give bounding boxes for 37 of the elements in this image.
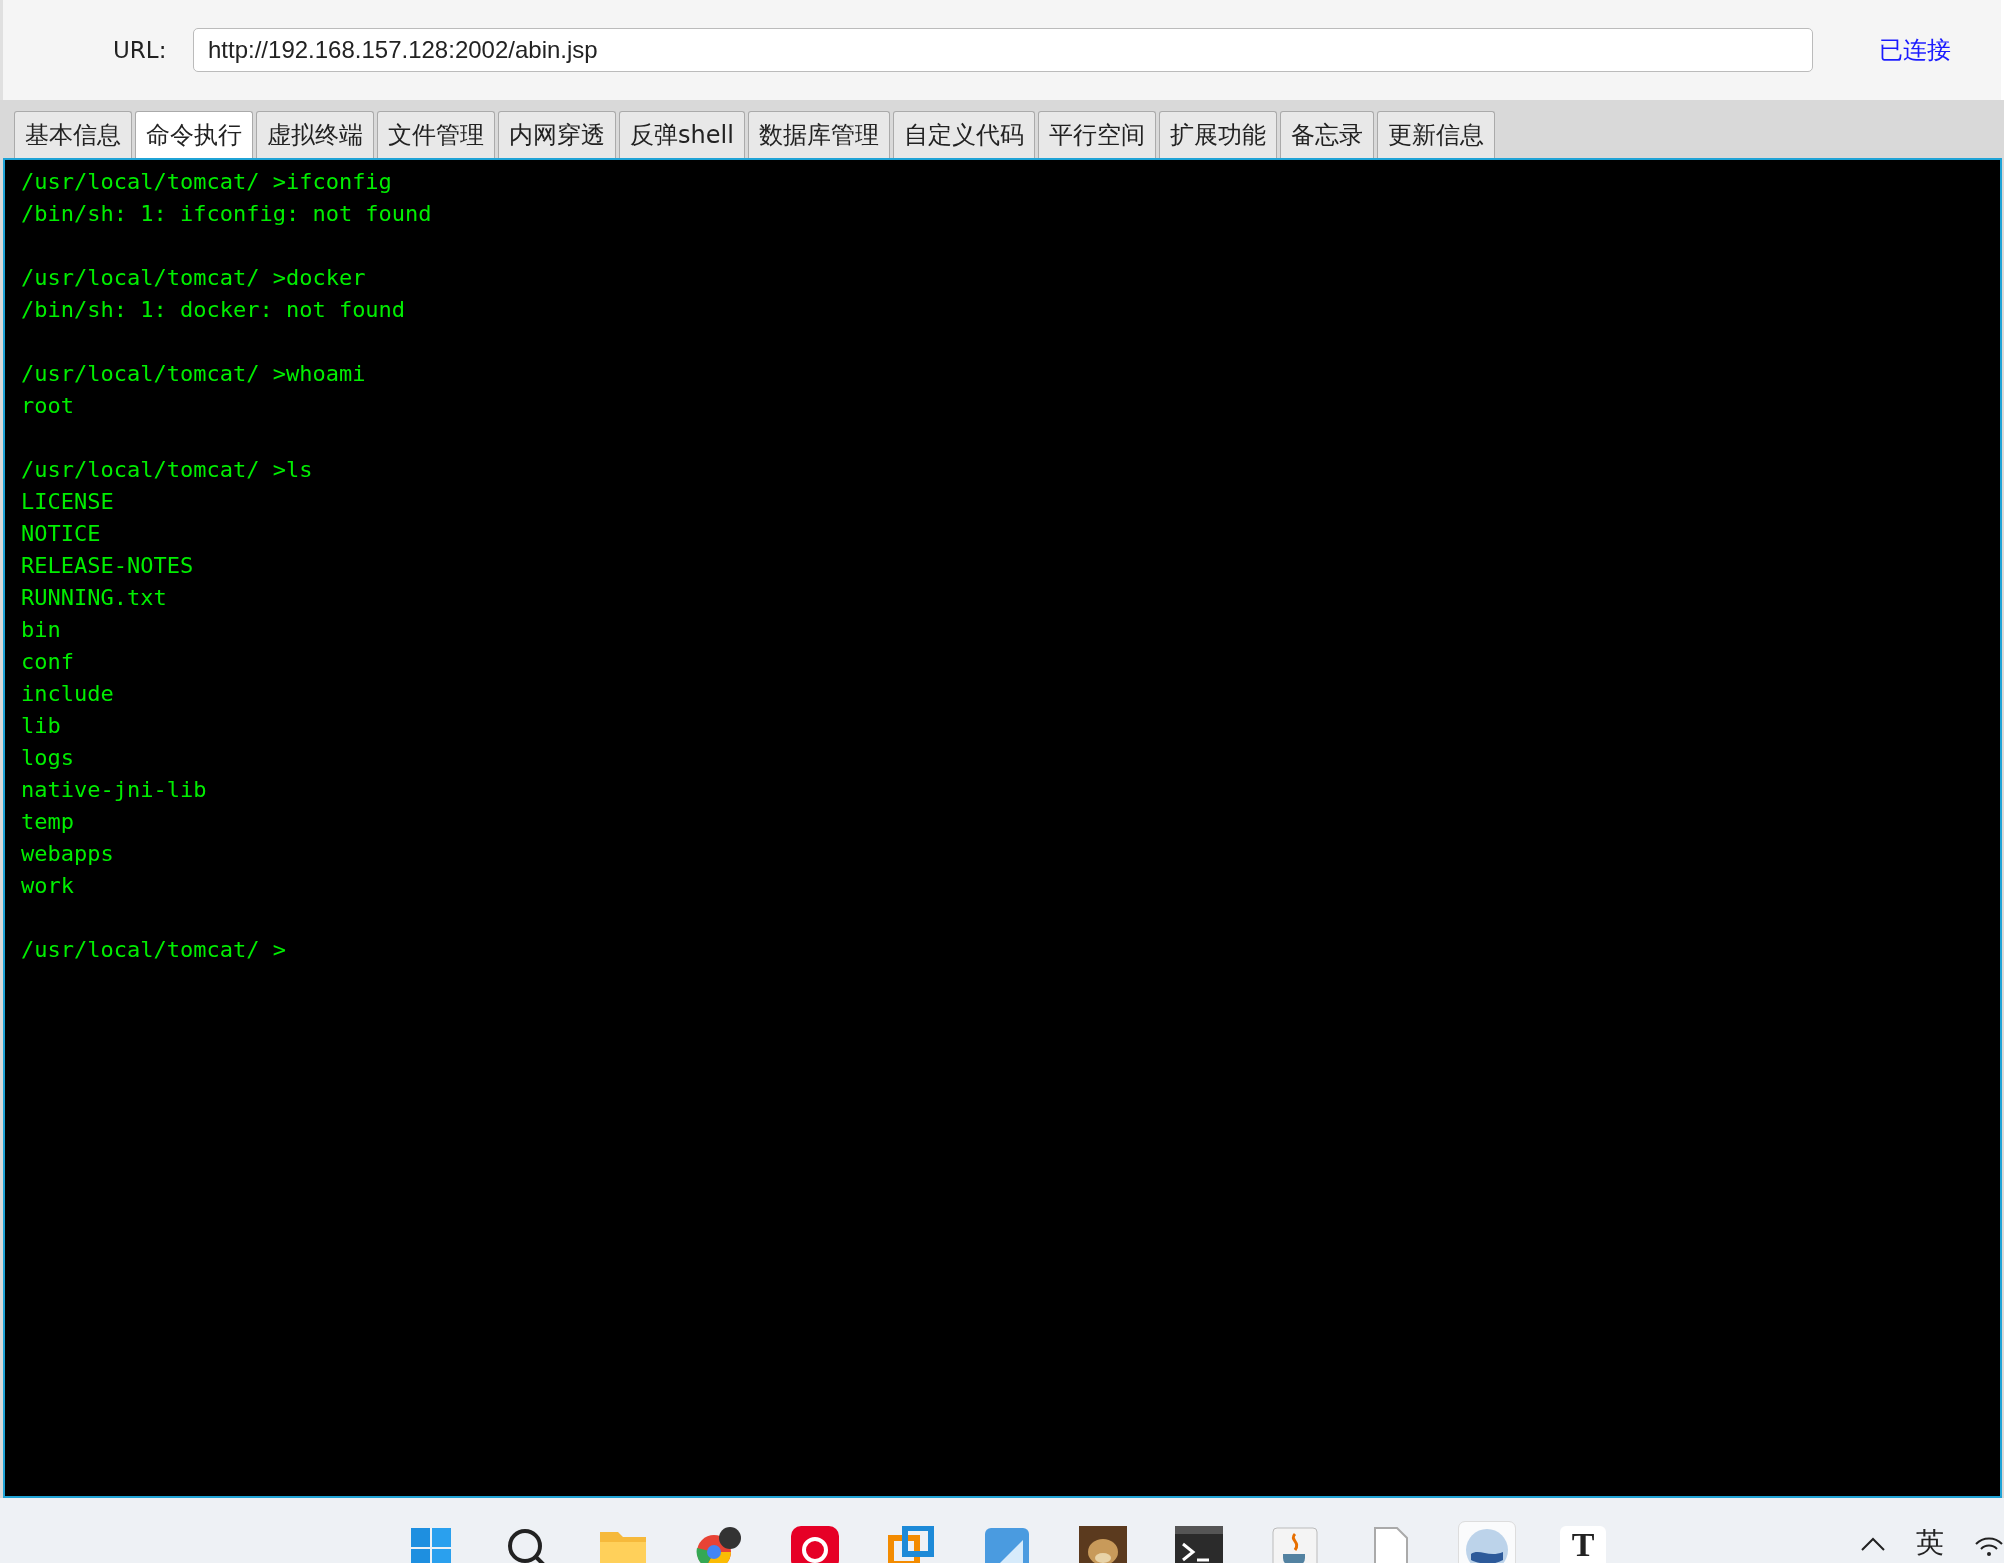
terminal-line: LICENSE — [21, 488, 115, 516]
terminal-line: webapps — [21, 840, 115, 868]
tab[interactable]: 内网穿透 — [498, 111, 616, 158]
tab[interactable]: 基本信息 — [14, 111, 132, 158]
url-label: URL: — [113, 37, 168, 63]
terminal-line: bin — [21, 616, 62, 644]
tab[interactable]: 备忘录 — [1279, 111, 1374, 158]
terminal-line: /usr/local/tomcat/ > — [21, 936, 287, 964]
connection-status[interactable]: 已连接 — [1879, 34, 1951, 66]
terminal-line: /usr/local/tomcat/ >ls — [21, 456, 314, 484]
terminal-line: native-jni-lib — [21, 776, 208, 804]
terminal-line: include — [21, 680, 115, 708]
terminal-line: NOTICE — [21, 520, 102, 548]
terminal-line: temp — [21, 808, 75, 836]
terminal-line: RELEASE-NOTES — [21, 552, 195, 580]
tab[interactable]: 平行空间 — [1037, 111, 1156, 158]
terminal-line: /bin/sh: 1: docker: not found — [21, 296, 407, 324]
tab[interactable]: 文件管理 — [377, 111, 495, 158]
tab[interactable]: 反弹shell — [619, 111, 745, 158]
terminal-line: /bin/sh: 1: ifconfig: not found — [21, 200, 433, 228]
terminal-line: /usr/local/tomcat/ >ifconfig — [21, 168, 393, 196]
input-method-indicator[interactable]: 英 — [1916, 1524, 1944, 1562]
url-field[interactable]: http://192.168.157.128:2002/abin.jsp — [193, 28, 1813, 72]
terminal-line: conf — [21, 648, 75, 676]
tab[interactable]: 自定义代码 — [892, 111, 1035, 158]
terminal-line: logs — [21, 744, 75, 772]
tab[interactable]: 命令执行 — [135, 111, 253, 158]
terminal-line: lib — [21, 712, 62, 740]
terminal-line: /usr/local/tomcat/ >whoami — [21, 360, 367, 388]
tab[interactable]: 更新信息 — [1376, 111, 1495, 158]
terminal-line: RUNNING.txt — [21, 584, 168, 612]
tab[interactable]: 扩展功能 — [1158, 111, 1277, 158]
terminal-line: /usr/local/tomcat/ >docker — [21, 264, 367, 292]
tab[interactable]: 虚拟终端 — [256, 111, 374, 158]
tab[interactable]: 数据库管理 — [747, 111, 890, 158]
terminal-line: root — [21, 392, 75, 420]
terminal-line: work — [21, 872, 75, 900]
